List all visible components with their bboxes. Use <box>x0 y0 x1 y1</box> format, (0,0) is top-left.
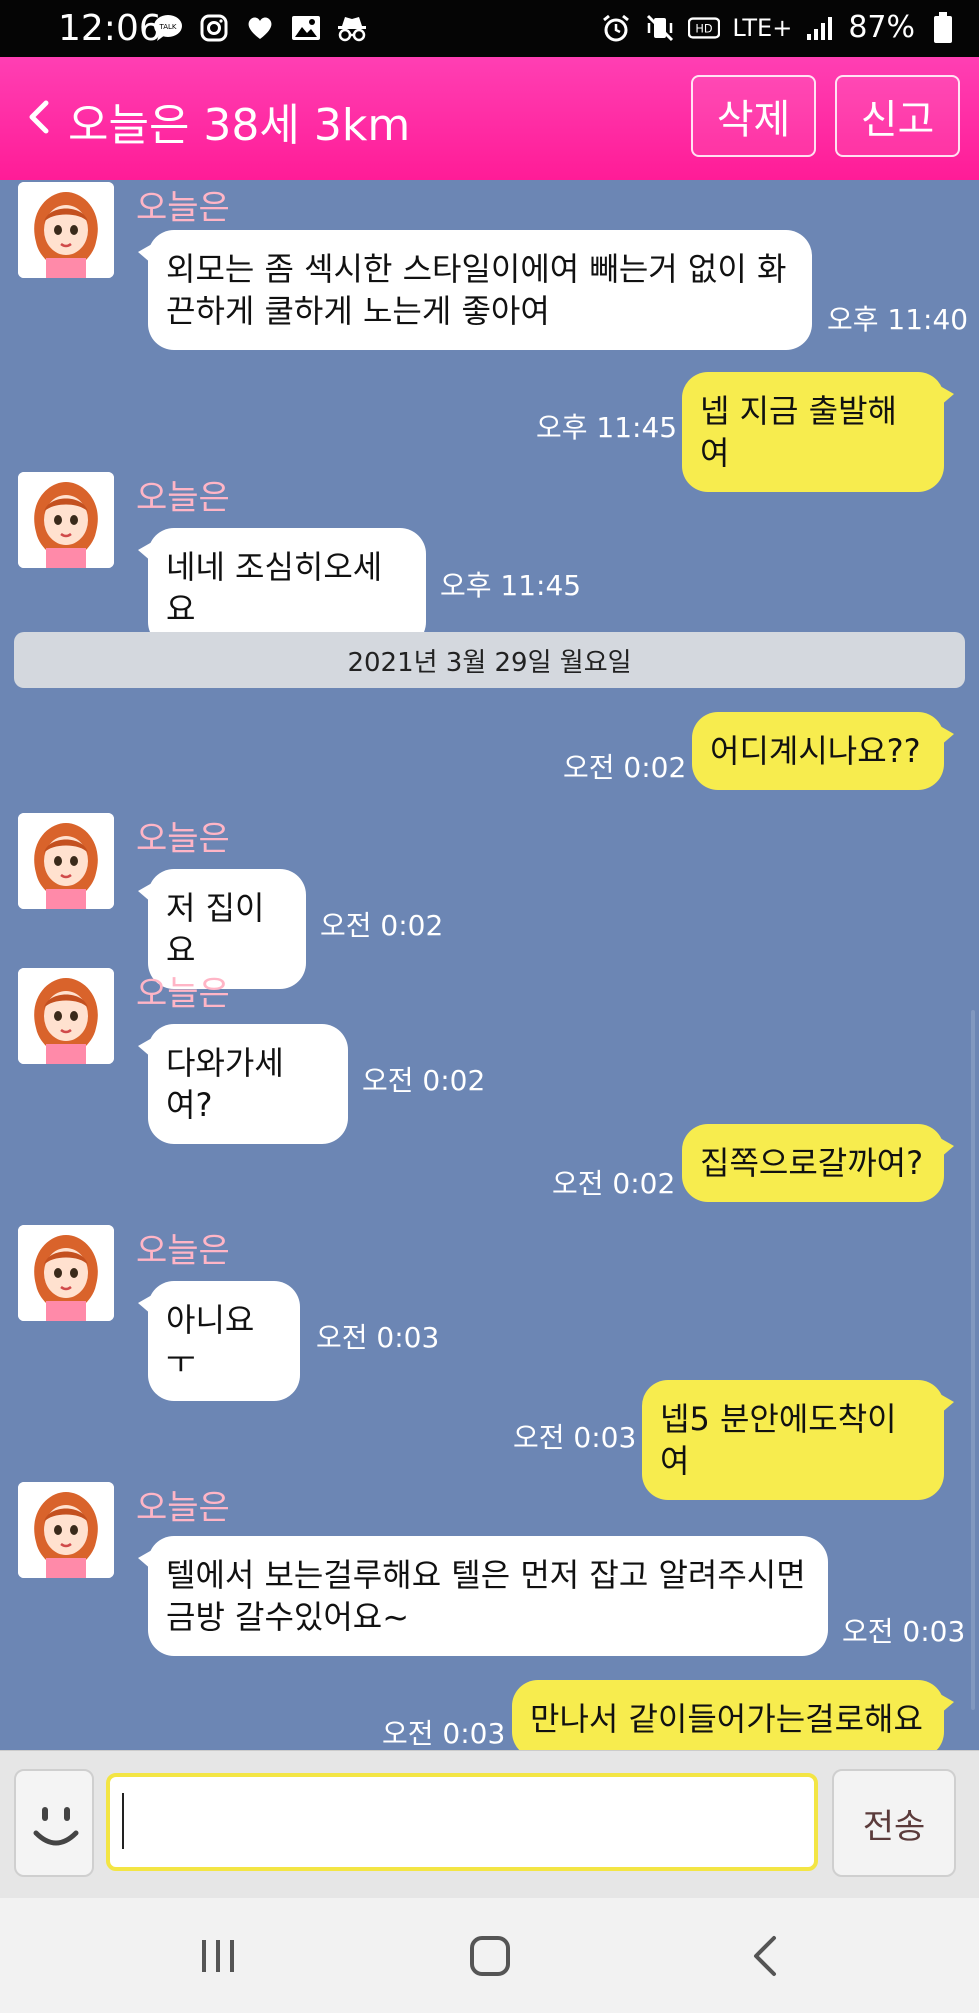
back-icon[interactable] <box>24 97 54 137</box>
message-time: 오후 11:45 <box>440 569 582 602</box>
message-bubble-received[interactable]: 텔에서 보는걸루해요 텔은 먼저 잡고 알려주시면 금방 갈수있어요~ <box>138 1536 828 1656</box>
incognito-icon <box>336 12 368 44</box>
message-bubble-sent[interactable]: 넵 지금 출발해여 <box>682 372 954 492</box>
avatar[interactable] <box>18 813 114 909</box>
avatar[interactable] <box>18 968 114 1064</box>
message-text: 어디계시나요?? <box>710 732 921 770</box>
chat-header: 오늘은 38세 3km 삭제 신고 <box>0 57 979 180</box>
nav-back-icon[interactable] <box>736 1928 796 1984</box>
instagram-icon <box>198 12 230 44</box>
message-text: 저 집이요 <box>166 889 265 969</box>
alarm-icon <box>600 12 632 44</box>
lte-icon: LTE+ <box>732 13 793 42</box>
message-bubble-received[interactable]: 다와가세여? <box>138 1024 348 1144</box>
message-input[interactable] <box>106 1773 818 1871</box>
send-button[interactable]: 전송 <box>832 1769 956 1877</box>
sender-name: 오늘은 <box>136 819 230 859</box>
recent-apps-icon[interactable] <box>188 1928 248 1984</box>
date-divider: 2021년 3월 29일 월요일 <box>14 632 965 688</box>
gallery-icon <box>290 12 322 44</box>
message-text: 넵 지금 출발해여 <box>700 392 897 472</box>
sender-name: 오늘은 <box>136 974 230 1014</box>
message-text: 외모는 좀 섹시한 스타일이에여 빼는거 없이 화끈하게 쿨하게 노는게 좋아여 <box>166 250 787 330</box>
vibrate-icon <box>644 12 676 44</box>
message-time: 오전 0:02 <box>563 751 687 784</box>
message-time: 오전 0:03 <box>842 1615 966 1648</box>
message-time: 오전 0:03 <box>316 1321 440 1354</box>
sender-name: 오늘은 <box>136 1488 230 1528</box>
message-text: 다와가세여? <box>166 1044 284 1124</box>
message-time: 오전 0:02 <box>320 909 444 942</box>
message-bubble-sent[interactable]: 만나서 같이들어가는걸로해요 <box>512 1680 954 1750</box>
chat-area[interactable]: 오늘은 외모는 좀 섹시한 스타일이에여 빼는거 없이 화끈하게 쿨하게 노는게… <box>0 180 979 1750</box>
battery-percent: 87% <box>848 10 915 45</box>
svg-text:HD: HD <box>696 22 713 35</box>
message-input-bar: 전송 <box>0 1750 979 1898</box>
status-bar: 12:06 TALK HD LTE+ 87% <box>0 0 979 57</box>
status-left-icons: TALK <box>152 12 368 44</box>
avatar[interactable] <box>18 472 114 568</box>
message-text: 집쪽으로갈까여? <box>700 1144 924 1182</box>
message-bubble-received[interactable]: 아니요ㅜ <box>138 1281 300 1401</box>
chat-title: 오늘은 38세 3km <box>68 100 411 151</box>
talk-icon: TALK <box>152 12 184 44</box>
message-text: 만나서 같이들어가는걸로해요 <box>530 1700 923 1738</box>
svg-text:TALK: TALK <box>158 23 176 31</box>
report-button[interactable]: 신고 <box>835 75 960 157</box>
message-time: 오전 0:03 <box>513 1421 637 1454</box>
scrollbar[interactable] <box>971 1010 975 1710</box>
hd-icon: HD <box>688 12 721 44</box>
heart-icon <box>244 12 276 44</box>
system-nav-bar <box>0 1898 979 2013</box>
status-time: 12:06 <box>58 8 162 49</box>
avatar[interactable] <box>18 182 114 278</box>
message-text: 아니요ㅜ <box>166 1301 255 1381</box>
battery-icon <box>927 11 959 44</box>
message-bubble-sent[interactable]: 집쪽으로갈까여? <box>682 1124 954 1202</box>
text-caret <box>122 1793 124 1849</box>
avatar[interactable] <box>18 1482 114 1578</box>
message-time: 오전 0:02 <box>362 1064 486 1097</box>
home-icon[interactable] <box>460 1928 520 1984</box>
message-time: 오전 0:02 <box>552 1167 676 1200</box>
message-time: 오전 0:03 <box>382 1717 506 1750</box>
sender-name: 오늘은 <box>136 188 230 228</box>
message-bubble-sent[interactable]: 어디계시나요?? <box>692 712 954 790</box>
message-bubble-received[interactable]: 네네 조심히오세요 <box>138 528 426 648</box>
avatar[interactable] <box>18 1225 114 1321</box>
sender-name: 오늘은 <box>136 1231 230 1271</box>
message-text: 텔에서 보는걸루해요 텔은 먼저 잡고 알려주시면 금방 갈수있어요~ <box>166 1556 806 1636</box>
message-time: 오후 11:45 <box>536 411 678 444</box>
smiley-icon <box>33 1807 79 1846</box>
message-time: 오후 11:40 <box>827 303 969 336</box>
status-right-icons: HD LTE+ 87% <box>600 10 959 45</box>
sender-name: 오늘은 <box>136 478 230 518</box>
signal-icon <box>804 12 836 44</box>
emoji-button[interactable] <box>14 1769 94 1877</box>
message-text: 넵5 분안에도착이여 <box>660 1400 897 1480</box>
delete-button[interactable]: 삭제 <box>691 75 816 157</box>
message-bubble-received[interactable]: 외모는 좀 섹시한 스타일이에여 빼는거 없이 화끈하게 쿨하게 노는게 좋아여 <box>138 230 812 350</box>
message-text: 네네 조심히오세요 <box>166 548 383 628</box>
message-bubble-sent[interactable]: 넵5 분안에도착이여 <box>642 1380 954 1500</box>
